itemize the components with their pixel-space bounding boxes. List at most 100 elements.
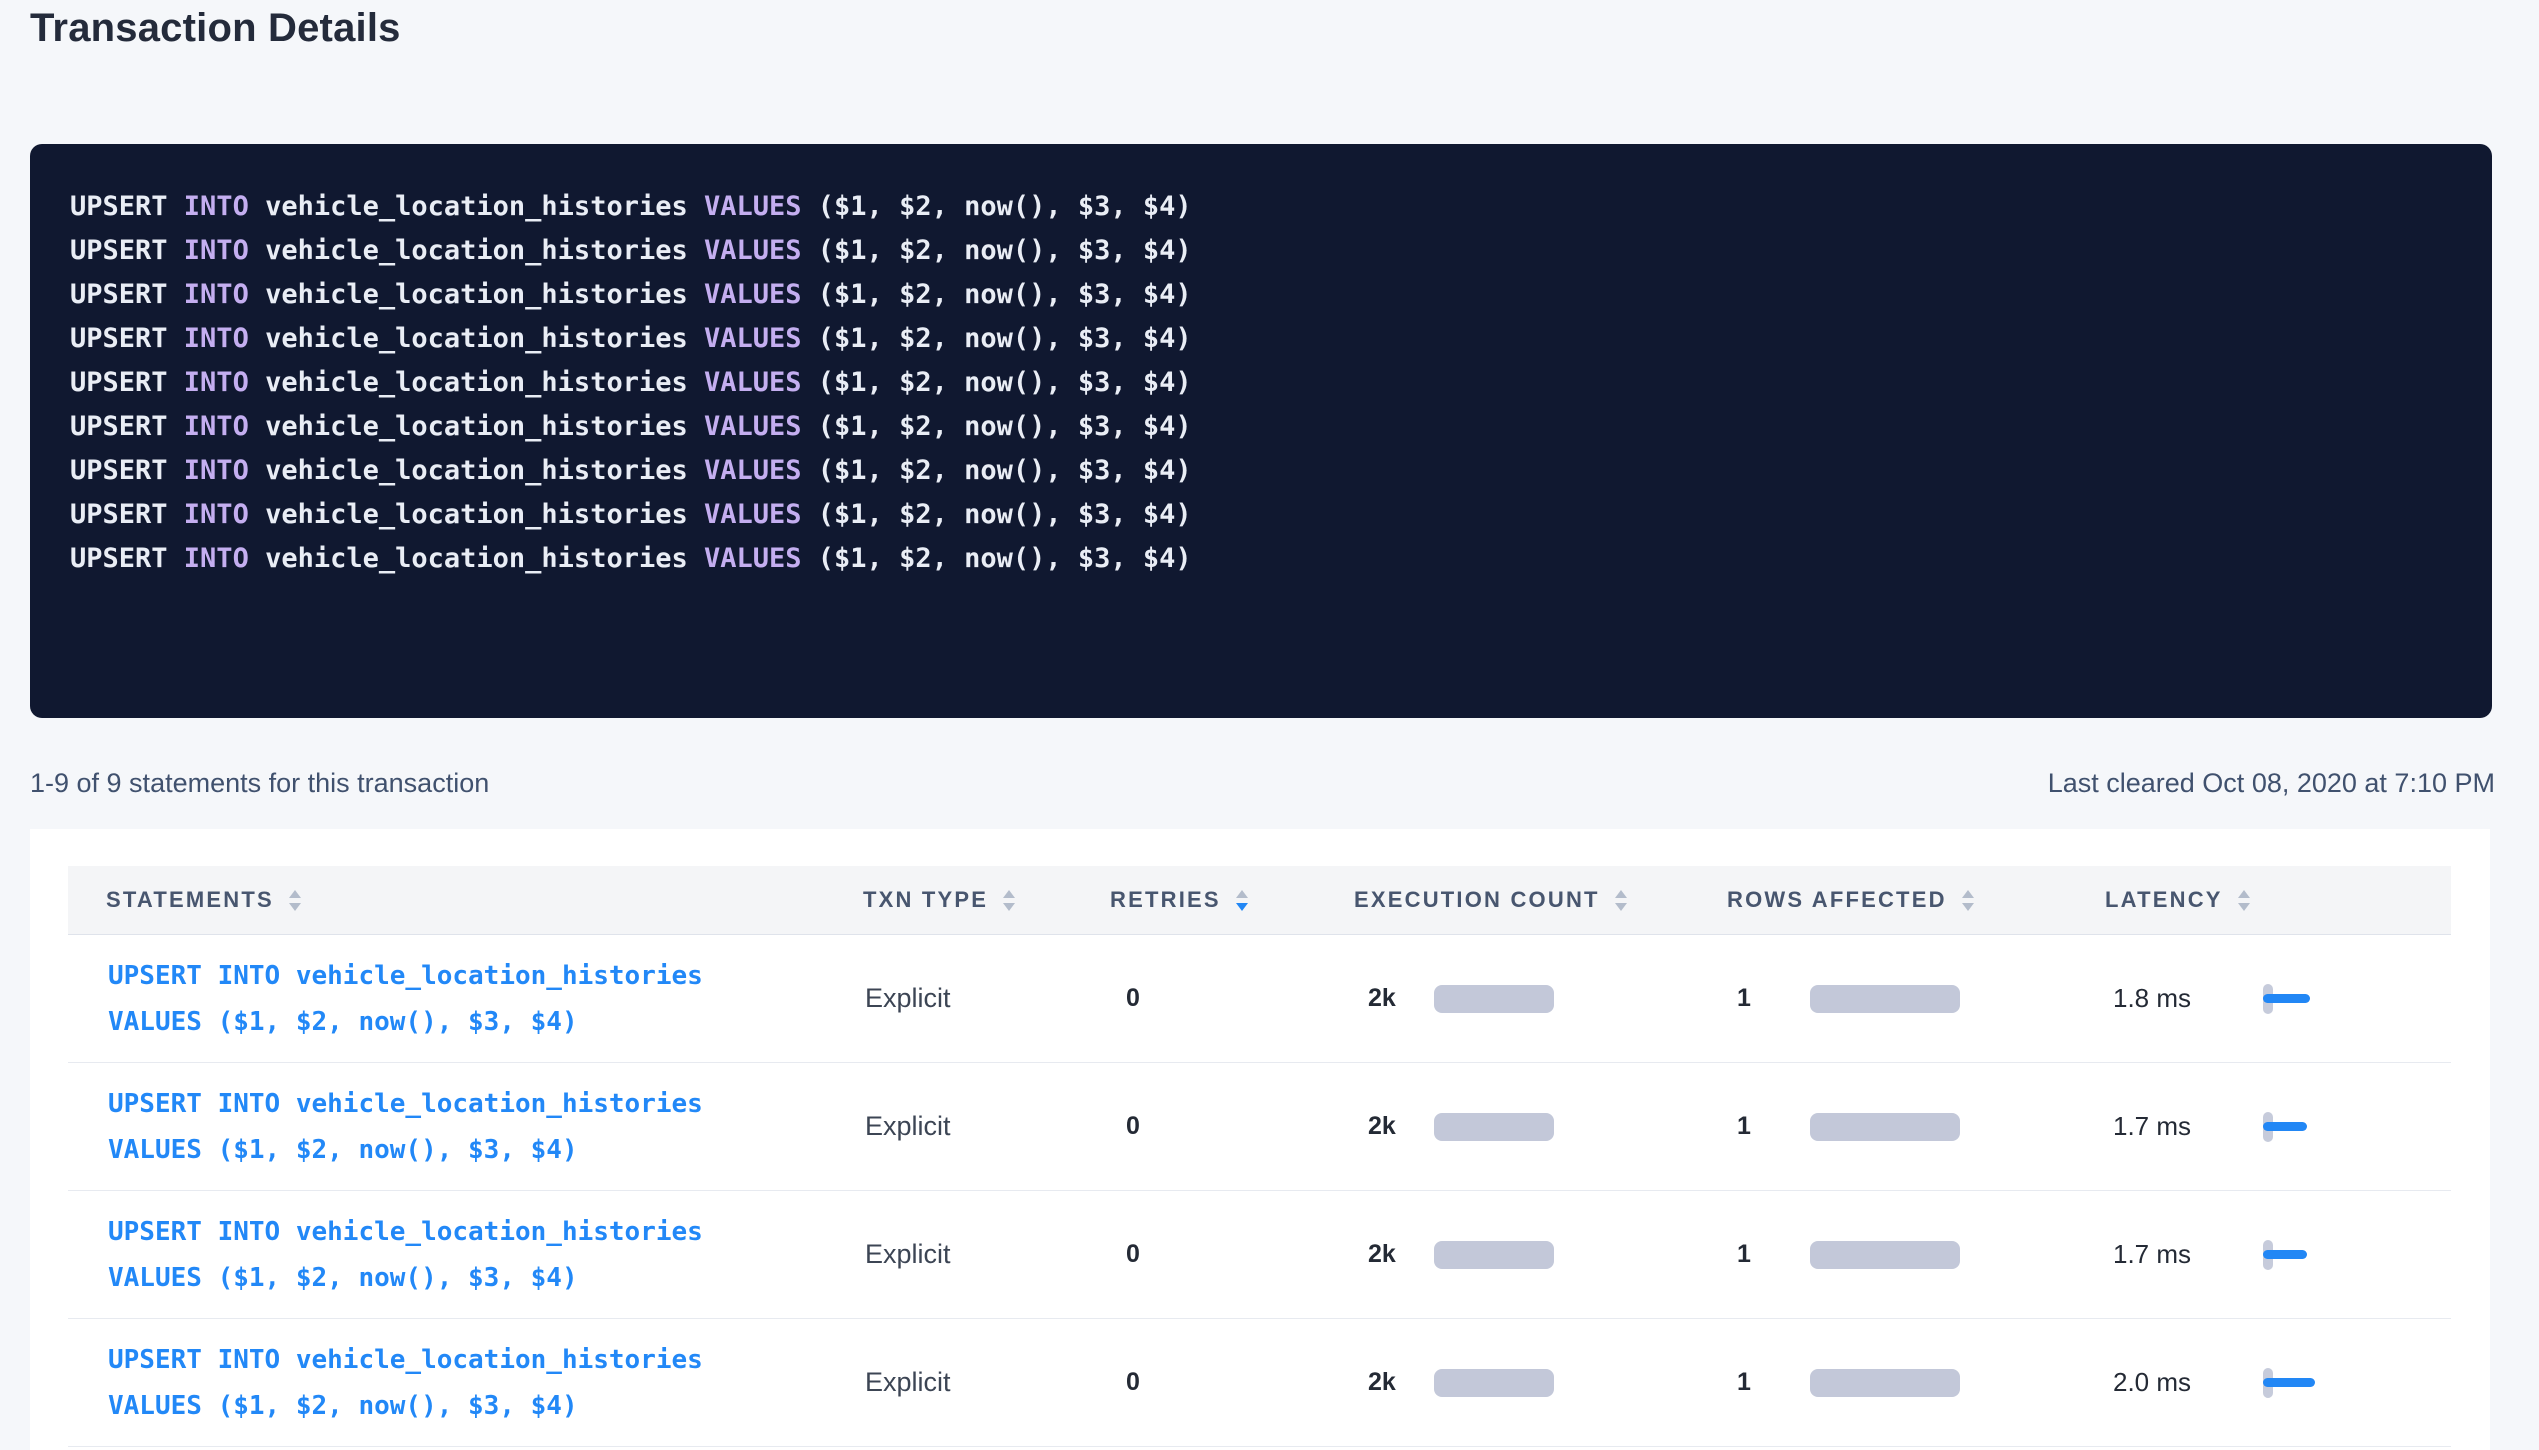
sort-asc-icon[interactable] bbox=[1236, 890, 1248, 898]
statement-link-line[interactable]: VALUES ($1, $2, now(), $3, $4) bbox=[108, 1127, 863, 1173]
statement-link-line[interactable]: UPSERT INTO vehicle_location_histories bbox=[108, 1337, 863, 1383]
retries-value: 0 bbox=[1110, 1368, 1354, 1397]
rows-affected-value: 1 bbox=[1737, 1112, 1810, 1141]
latency-value: 1.8 ms bbox=[2113, 983, 2263, 1014]
column-header-execution_count[interactable]: EXECUTION COUNT bbox=[1354, 887, 1727, 913]
table-header-row: STATEMENTS TXN TYPE RETRIES EXECUTION COUNT… bbox=[68, 866, 2451, 935]
sort-asc-icon[interactable] bbox=[1003, 890, 1015, 898]
column-header-rows_affected[interactable]: ROWS AFFECTED bbox=[1727, 887, 2105, 913]
latency-bar bbox=[2263, 1250, 2307, 1259]
statement-link[interactable]: UPSERT INTO vehicle_location_historiesVA… bbox=[68, 1081, 863, 1173]
sort-desc-icon[interactable] bbox=[289, 903, 301, 911]
rows-affected-cell: 1 bbox=[1727, 984, 2105, 1013]
statements-count-text: 1-9 of 9 statements for this transaction bbox=[30, 768, 489, 799]
execution-count-bar bbox=[1434, 1241, 1554, 1269]
column-header-latency[interactable]: LATENCY bbox=[2105, 887, 2451, 913]
column-header-label: ROWS AFFECTED bbox=[1727, 887, 1947, 913]
column-header-label: TXN TYPE bbox=[863, 887, 988, 913]
execution-count-bar bbox=[1434, 1113, 1554, 1141]
execution-count-value: 2k bbox=[1368, 1368, 1434, 1397]
sort-asc-icon[interactable] bbox=[1962, 890, 1974, 898]
latency-cell: 1.8 ms bbox=[2105, 983, 2451, 1015]
statement-link[interactable]: UPSERT INTO vehicle_location_historiesVA… bbox=[68, 1209, 863, 1301]
txn-type-value: Explicit bbox=[863, 1111, 1110, 1142]
last-cleared-text: Last cleared Oct 08, 2020 at 7:10 PM bbox=[2048, 768, 2495, 799]
sort-arrows-icon[interactable] bbox=[1962, 890, 1974, 911]
column-header-label: LATENCY bbox=[2105, 887, 2223, 913]
table-row: UPSERT INTO vehicle_location_historiesVA… bbox=[68, 1191, 2451, 1319]
latency-bar-chart bbox=[2263, 983, 2373, 1015]
sort-arrows-icon[interactable] bbox=[2238, 890, 2250, 911]
retries-value: 0 bbox=[1110, 984, 1354, 1013]
sql-statement-line: UPSERT INTO vehicle_location_histories V… bbox=[70, 273, 2452, 317]
sort-desc-icon[interactable] bbox=[1615, 903, 1627, 911]
sort-asc-icon[interactable] bbox=[1615, 890, 1627, 898]
sort-desc-icon[interactable] bbox=[2238, 903, 2250, 911]
table-body: UPSERT INTO vehicle_location_historiesVA… bbox=[68, 935, 2451, 1447]
sort-desc-icon[interactable] bbox=[1236, 903, 1248, 911]
column-header-label: EXECUTION COUNT bbox=[1354, 887, 1600, 913]
execution-count-cell: 2k bbox=[1354, 984, 1727, 1013]
sql-statement-line: UPSERT INTO vehicle_location_histories V… bbox=[70, 317, 2452, 361]
sort-asc-icon[interactable] bbox=[2238, 890, 2250, 898]
rows-affected-bar bbox=[1810, 1369, 1960, 1397]
latency-bar-chart bbox=[2263, 1239, 2373, 1271]
rows-affected-cell: 1 bbox=[1727, 1112, 2105, 1141]
statement-link-line[interactable]: VALUES ($1, $2, now(), $3, $4) bbox=[108, 1383, 863, 1429]
sql-statement-line: UPSERT INTO vehicle_location_histories V… bbox=[70, 449, 2452, 493]
column-header-statements[interactable]: STATEMENTS bbox=[68, 887, 863, 913]
table-summary-row: 1-9 of 9 statements for this transaction… bbox=[30, 768, 2495, 799]
page-title: Transaction Details bbox=[30, 6, 401, 51]
statement-link-line[interactable]: VALUES ($1, $2, now(), $3, $4) bbox=[108, 1255, 863, 1301]
sql-statement-line: UPSERT INTO vehicle_location_histories V… bbox=[70, 405, 2452, 449]
retries-value: 0 bbox=[1110, 1112, 1354, 1141]
latency-bar bbox=[2263, 994, 2310, 1003]
sort-asc-icon[interactable] bbox=[289, 890, 301, 898]
execution-count-value: 2k bbox=[1368, 1112, 1434, 1141]
execution-count-cell: 2k bbox=[1354, 1112, 1727, 1141]
table-row: UPSERT INTO vehicle_location_historiesVA… bbox=[68, 1063, 2451, 1191]
column-header-label: RETRIES bbox=[1110, 887, 1221, 913]
latency-cell: 1.7 ms bbox=[2105, 1111, 2451, 1143]
statement-link-line[interactable]: UPSERT INTO vehicle_location_histories bbox=[108, 953, 863, 999]
sort-desc-icon[interactable] bbox=[1962, 903, 1974, 911]
rows-affected-cell: 1 bbox=[1727, 1368, 2105, 1397]
latency-value: 2.0 ms bbox=[2113, 1367, 2263, 1398]
column-header-txn_type[interactable]: TXN TYPE bbox=[863, 887, 1110, 913]
column-header-retries[interactable]: RETRIES bbox=[1110, 887, 1354, 913]
statement-link[interactable]: UPSERT INTO vehicle_location_historiesVA… bbox=[68, 953, 863, 1045]
statement-link-line[interactable]: UPSERT INTO vehicle_location_histories bbox=[108, 1209, 863, 1255]
txn-type-value: Explicit bbox=[863, 1367, 1110, 1398]
sort-arrows-icon[interactable] bbox=[1236, 890, 1248, 911]
latency-cell: 2.0 ms bbox=[2105, 1367, 2451, 1399]
sort-desc-icon[interactable] bbox=[1003, 903, 1015, 911]
rows-affected-bar bbox=[1810, 1113, 1960, 1141]
sql-statement-line: UPSERT INTO vehicle_location_histories V… bbox=[70, 229, 2452, 273]
sql-statement-line: UPSERT INTO vehicle_location_histories V… bbox=[70, 185, 2452, 229]
txn-type-value: Explicit bbox=[863, 983, 1110, 1014]
rows-affected-cell: 1 bbox=[1727, 1240, 2105, 1269]
rows-affected-value: 1 bbox=[1737, 1368, 1810, 1397]
latency-value: 1.7 ms bbox=[2113, 1239, 2263, 1270]
execution-count-bar bbox=[1434, 985, 1554, 1013]
txn-type-value: Explicit bbox=[863, 1239, 1110, 1270]
latency-bar bbox=[2263, 1122, 2307, 1131]
execution-count-value: 2k bbox=[1368, 984, 1434, 1013]
rows-affected-bar bbox=[1810, 985, 1960, 1013]
statement-link-line[interactable]: UPSERT INTO vehicle_location_histories bbox=[108, 1081, 863, 1127]
sort-arrows-icon[interactable] bbox=[289, 890, 301, 911]
latency-bar-chart bbox=[2263, 1367, 2373, 1399]
execution-count-value: 2k bbox=[1368, 1240, 1434, 1269]
statement-link-line[interactable]: VALUES ($1, $2, now(), $3, $4) bbox=[108, 999, 863, 1045]
sort-arrows-icon[interactable] bbox=[1003, 890, 1015, 911]
sort-arrows-icon[interactable] bbox=[1615, 890, 1627, 911]
rows-affected-bar bbox=[1810, 1241, 1960, 1269]
statement-link[interactable]: UPSERT INTO vehicle_location_historiesVA… bbox=[68, 1337, 863, 1429]
rows-affected-value: 1 bbox=[1737, 1240, 1810, 1269]
latency-cell: 1.7 ms bbox=[2105, 1239, 2451, 1271]
execution-count-cell: 2k bbox=[1354, 1368, 1727, 1397]
column-header-label: STATEMENTS bbox=[106, 887, 274, 913]
sql-statement-line: UPSERT INTO vehicle_location_histories V… bbox=[70, 537, 2452, 581]
execution-count-bar bbox=[1434, 1369, 1554, 1397]
rows-affected-value: 1 bbox=[1737, 984, 1810, 1013]
